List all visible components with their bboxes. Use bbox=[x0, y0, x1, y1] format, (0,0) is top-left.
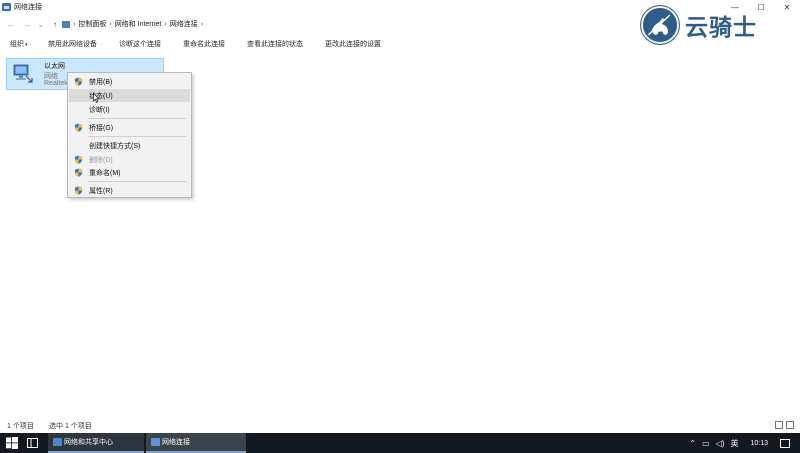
menu-separator bbox=[88, 181, 186, 182]
shield-icon bbox=[74, 168, 83, 177]
taskbar-item-label: 网络和共享中心 bbox=[64, 439, 113, 446]
details-view-icon[interactable] bbox=[775, 421, 783, 429]
selected-count: 选中 1 个项目 bbox=[49, 423, 92, 430]
organize-button[interactable]: 组织▾ bbox=[10, 39, 28, 49]
yunqishi-watermark: 云骑士 bbox=[641, 5, 791, 45]
breadcrumb[interactable]: › 控制面板 › 网络和 Internet › 网络连接 › bbox=[62, 17, 662, 31]
taskbar-item-network-connections[interactable]: 网络连接 bbox=[146, 433, 246, 453]
item-count: 1 个项目 bbox=[7, 423, 34, 430]
change-settings-button[interactable]: 更改此连接的设置 bbox=[325, 39, 381, 49]
menu-separator bbox=[88, 118, 186, 119]
recent-locations-button[interactable]: ⌄ bbox=[35, 17, 47, 31]
breadcrumb-network-connections[interactable]: 网络连接 bbox=[168, 19, 200, 29]
adapter-name: 以太网 bbox=[44, 63, 65, 70]
menu-item-label: 桥接(G) bbox=[89, 125, 114, 132]
shield-icon bbox=[74, 77, 83, 86]
taskbar-item-label: 网络连接 bbox=[162, 439, 190, 446]
breadcrumb-separator: › bbox=[200, 20, 204, 28]
menu-item-delete: 删除(D) bbox=[69, 153, 190, 166]
menu-item-label: 属性(R) bbox=[89, 188, 113, 195]
back-button[interactable]: ← bbox=[5, 17, 17, 31]
menu-separator bbox=[88, 136, 186, 137]
system-tray: ⌃ ▭ ◁) 英 10:13 bbox=[683, 433, 800, 453]
adapter-device: Realtek bbox=[44, 80, 68, 87]
watermark-text: 云骑士 bbox=[685, 14, 757, 40]
breadcrumb-control-panel[interactable]: 控制面板 bbox=[76, 19, 108, 29]
ime-indicator[interactable]: 英 bbox=[730, 438, 738, 449]
large-icons-view-icon[interactable] bbox=[786, 421, 794, 429]
diagnose-button[interactable]: 诊断这个连接 bbox=[119, 39, 161, 49]
mouse-cursor-icon bbox=[93, 93, 100, 103]
network-icon[interactable]: ▭ bbox=[702, 439, 710, 448]
taskbar: 网络和共享中心 网络连接 ⌃ ▭ ◁) 英 10:13 bbox=[0, 433, 800, 453]
disable-device-button[interactable]: 禁用此网络设备 bbox=[48, 39, 97, 49]
menu-item-label: 诊断(I) bbox=[89, 107, 110, 114]
menu-item-bridge[interactable]: 桥接(G) bbox=[69, 121, 190, 134]
menu-item-label: 删除(D) bbox=[89, 157, 113, 164]
window-title: 网络连接 bbox=[14, 4, 42, 11]
view-buttons bbox=[775, 421, 794, 429]
windows-start-icon[interactable] bbox=[6, 437, 18, 449]
menu-item-diagnose[interactable]: 诊断(I) bbox=[69, 103, 190, 116]
menu-item-rename[interactable]: 重命名(M) bbox=[69, 166, 190, 179]
knight-logo-icon bbox=[641, 6, 679, 44]
rename-button[interactable]: 重命名此连接 bbox=[183, 39, 225, 49]
up-button[interactable]: ↑ bbox=[49, 17, 61, 31]
menu-item-label: 创建快捷方式(S) bbox=[89, 143, 141, 150]
chevron-up-icon[interactable]: ⌃ bbox=[689, 439, 696, 448]
menu-item-status[interactable]: 状态(U) bbox=[69, 89, 190, 102]
chevron-down-icon: ▾ bbox=[25, 42, 28, 48]
organize-label: 组织 bbox=[10, 41, 24, 48]
forward-button[interactable]: → bbox=[21, 17, 33, 31]
shield-icon bbox=[74, 155, 83, 164]
view-status-button[interactable]: 查看此连接的状态 bbox=[247, 39, 303, 49]
menu-item-label: 重命名(M) bbox=[89, 170, 121, 177]
breadcrumb-network-internet[interactable]: 网络和 Internet bbox=[113, 19, 164, 29]
network-connections-icon bbox=[151, 438, 160, 446]
status-bar: 1 个项目 选中 1 个项目 bbox=[0, 419, 800, 433]
shield-icon bbox=[74, 186, 83, 195]
network-adapter-icon bbox=[13, 64, 33, 83]
action-center-icon[interactable] bbox=[780, 438, 790, 448]
task-view-icon[interactable] bbox=[27, 438, 38, 448]
taskbar-item-network-sharing-center[interactable]: 网络和共享中心 bbox=[48, 433, 144, 453]
volume-icon[interactable]: ◁) bbox=[716, 439, 725, 448]
menu-item-disable[interactable]: 禁用(B) bbox=[69, 75, 190, 88]
clock[interactable]: 10:13 bbox=[750, 440, 768, 447]
control-panel-icon bbox=[62, 20, 70, 28]
network-connections-icon bbox=[2, 3, 11, 11]
shield-icon bbox=[74, 123, 83, 132]
menu-item-label: 禁用(B) bbox=[89, 79, 113, 86]
network-sharing-center-icon bbox=[53, 438, 62, 446]
menu-item-properties[interactable]: 属性(R) bbox=[69, 184, 190, 197]
context-menu: 禁用(B) 状态(U) 诊断(I) 桥接(G) 创建快捷方式(S) 删除(D) … bbox=[67, 72, 192, 198]
menu-item-create-shortcut[interactable]: 创建快捷方式(S) bbox=[69, 139, 190, 152]
